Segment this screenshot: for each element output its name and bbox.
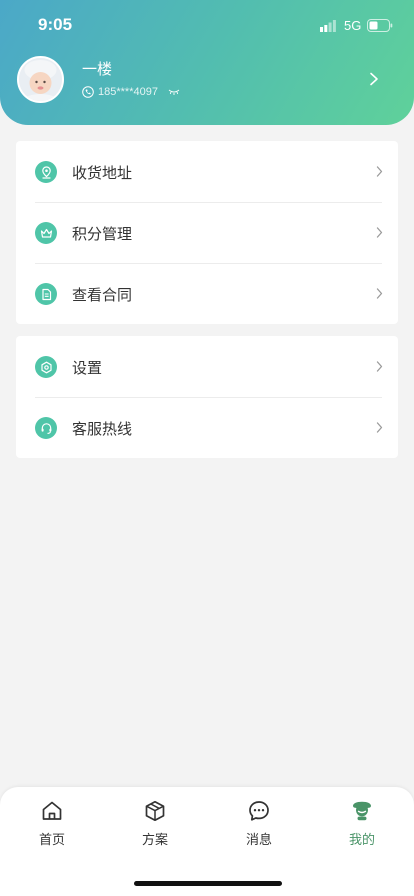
- menu-item-label: 查看合同: [72, 286, 133, 304]
- chevron-right-icon: [376, 227, 383, 238]
- menu-item-label: 设置: [72, 359, 103, 377]
- avatar[interactable]: [17, 56, 64, 103]
- menu-item-label: 收货地址: [72, 164, 133, 182]
- profile-row[interactable]: 一楼 185****4097: [0, 52, 414, 112]
- menu-card-account: 收货地址 积分管理 查看合同: [16, 141, 398, 324]
- chevron-right-icon: [376, 288, 383, 299]
- tab-me[interactable]: 我的: [322, 799, 402, 859]
- menu-item-points[interactable]: 积分管理: [16, 202, 398, 263]
- user-name: 一楼: [82, 60, 113, 78]
- box-icon: [145, 800, 165, 822]
- chevron-right-icon: [376, 361, 383, 372]
- tab-label: 首页: [38, 833, 65, 848]
- menu-item-address[interactable]: 收货地址: [16, 141, 398, 202]
- chevron-right-icon[interactable]: [369, 72, 379, 86]
- menu-item-contract[interactable]: 查看合同: [16, 263, 398, 324]
- crown-icon: [35, 222, 57, 244]
- location-pin-icon: [35, 161, 57, 183]
- home-icon: [42, 801, 62, 820]
- phone-number: 185****4097: [98, 86, 158, 98]
- battery-icon: [367, 19, 393, 32]
- menu-item-label: 积分管理: [72, 225, 133, 243]
- menu-card-support: 设置 客服热线: [16, 336, 398, 458]
- menu-item-label: 客服热线: [72, 420, 133, 438]
- baby-avatar-image: [19, 58, 62, 101]
- chevron-right-icon: [376, 422, 383, 433]
- status-time: 9:05: [38, 15, 73, 34]
- bottom-tab-bar: 首页 方案 消息 我的: [0, 787, 414, 896]
- menu-item-hotline[interactable]: 客服热线: [16, 397, 398, 458]
- tab-label: 消息: [245, 833, 272, 848]
- network-label: 5G: [344, 18, 362, 33]
- document-icon: [35, 283, 57, 305]
- tab-label: 方案: [141, 833, 168, 848]
- profile-icon: [353, 801, 371, 821]
- phone-row: 185****4097: [82, 84, 180, 100]
- tab-plan[interactable]: 方案: [115, 799, 195, 859]
- profile-header: 9:05 5G 一楼 185****4097: [0, 0, 414, 125]
- menu-item-settings[interactable]: 设置: [16, 336, 398, 397]
- chevron-right-icon: [376, 166, 383, 177]
- eye-closed-icon[interactable]: [168, 88, 180, 96]
- home-indicator[interactable]: [134, 881, 282, 886]
- headset-icon: [35, 417, 57, 439]
- chat-icon: [249, 801, 269, 821]
- tab-messages[interactable]: 消息: [219, 799, 299, 859]
- status-bar: 9:05 5G: [0, 0, 414, 52]
- tab-home[interactable]: 首页: [12, 799, 92, 859]
- phone-icon: [82, 86, 94, 98]
- signal-bars-icon: [320, 20, 336, 32]
- tab-label: 我的: [348, 833, 375, 848]
- settings-icon: [35, 356, 57, 378]
